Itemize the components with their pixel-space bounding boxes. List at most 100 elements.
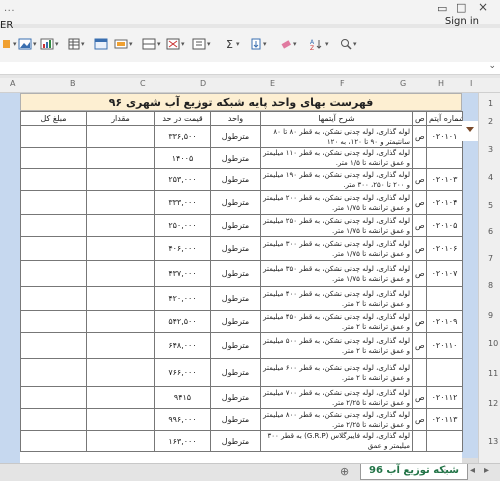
unit-cell[interactable]: مترطول: [210, 260, 261, 287]
item-code-cell[interactable]: [426, 147, 463, 169]
unit-cell[interactable]: مترطول: [210, 408, 261, 431]
sign-in-link[interactable]: Sign in: [445, 16, 479, 27]
description-cell[interactable]: لوله گذاری، لوله چدنی نشکن، به قطر ۱۱۰ م…: [260, 147, 413, 169]
row-header[interactable]: 4: [488, 173, 493, 182]
item-code-cell[interactable]: [426, 430, 463, 452]
price-cell[interactable]: ۷۶۶,۰۰۰: [154, 358, 211, 387]
description-cell[interactable]: لوله گذاری، لوله چدنی نشکن، به قطر ۴۰۰ م…: [260, 286, 413, 311]
row-header[interactable]: 1: [488, 99, 493, 108]
mark-cell[interactable]: [412, 147, 427, 169]
item-code-cell[interactable]: ۰۲۰۱۰۳: [426, 168, 463, 191]
row-header[interactable]: 3: [488, 145, 493, 154]
mark-cell[interactable]: ص: [412, 168, 427, 191]
description-cell[interactable]: لوله گذاری، لوله چدنی نشکن، به قطر ۷۰۰ م…: [260, 386, 413, 409]
sheet-tab-active[interactable]: شبکه توزیع آب 96: [360, 464, 469, 480]
item-code-cell[interactable]: ۰۲۰۱۱۲: [426, 386, 463, 409]
qty-cell[interactable]: [86, 125, 155, 148]
tab-scroll-left-icon[interactable]: ◂: [470, 465, 475, 476]
price-cell[interactable]: ۵۴۲,۵۰۰: [154, 310, 211, 333]
format-table-button[interactable]: [94, 36, 108, 52]
row-header[interactable]: 6: [488, 227, 493, 236]
description-cell[interactable]: لوله گذاری، لوله چدنی نشکن، به قطر ۸۰ تا…: [260, 125, 413, 148]
unit-cell[interactable]: مترطول: [210, 286, 261, 311]
format-cells-button[interactable]: ▾: [192, 36, 211, 52]
row-header[interactable]: 12: [488, 399, 498, 408]
delete-cells-button[interactable]: ▾: [166, 36, 185, 52]
header-code[interactable]: شماره آیتم: [426, 111, 463, 126]
row-header[interactable]: 10: [488, 339, 498, 348]
item-code-cell[interactable]: ۰۲۰۱۰۶: [426, 236, 463, 261]
qty-cell[interactable]: [86, 358, 155, 387]
row-header[interactable]: 5: [488, 201, 493, 210]
mark-cell[interactable]: [412, 358, 427, 387]
description-cell[interactable]: لوله گذاری، لوله چدنی نشکن، به قطر ۴۵۰ م…: [260, 310, 413, 333]
unit-cell[interactable]: مترطول: [210, 190, 261, 215]
description-cell[interactable]: لوله گذاری، لوله چدنی نشکن، به قطر ۸۰۰ م…: [260, 408, 413, 431]
chart-button[interactable]: ▾: [40, 36, 59, 52]
ribbon-tab-fragment[interactable]: ER: [0, 20, 13, 31]
price-cell[interactable]: ۹۴۱۵: [154, 386, 211, 409]
header-mark[interactable]: ص: [412, 111, 427, 126]
restore-icon[interactable]: ▭: [437, 2, 447, 15]
item-code-cell[interactable]: [426, 358, 463, 387]
price-cell[interactable]: ۱۶۳,۰۰۰: [154, 430, 211, 452]
sheet-title[interactable]: فهرست بهای واحد پایه شبکه توزیع آب شهری …: [20, 93, 462, 111]
total-cell[interactable]: [20, 408, 87, 431]
total-cell[interactable]: [20, 430, 87, 452]
description-cell[interactable]: لوله گذاری، لوله چدنی نشکن، به قطر ۳۰۰ م…: [260, 236, 413, 261]
description-cell[interactable]: لوله گذاری، لوله چدنی نشکن، به قطر ۲۵۰ م…: [260, 214, 413, 237]
row-header[interactable]: 9: [488, 311, 493, 320]
price-cell[interactable]: ۱۴۰۰۵: [154, 147, 211, 169]
mark-cell[interactable]: ص: [412, 408, 427, 431]
mark-cell[interactable]: ص: [412, 236, 427, 261]
header-qty[interactable]: مقدار: [86, 111, 155, 126]
unit-cell[interactable]: مترطول: [210, 168, 261, 191]
column-header[interactable]: E: [270, 79, 275, 88]
item-code-cell[interactable]: ۰۲۰۱۰۴: [426, 190, 463, 215]
mark-cell[interactable]: [412, 286, 427, 311]
price-cell[interactable]: ۴۲۰,۰۰۰: [154, 286, 211, 311]
mark-cell[interactable]: ص: [412, 260, 427, 287]
sort-filter-button[interactable]: A Z ▾: [310, 36, 329, 52]
total-cell[interactable]: [20, 286, 87, 311]
mark-cell[interactable]: [412, 430, 427, 452]
total-cell[interactable]: [20, 358, 87, 387]
item-code-cell[interactable]: ۰۲۰۱۰۱: [426, 125, 463, 148]
qty-cell[interactable]: [86, 310, 155, 333]
unit-cell[interactable]: مترطول: [210, 358, 261, 387]
item-code-cell[interactable]: ۰۲۰۱۰۹: [426, 310, 463, 333]
row-header[interactable]: 7: [488, 254, 493, 263]
vertical-scrollbar[interactable]: [462, 458, 478, 463]
total-cell[interactable]: [20, 190, 87, 215]
qty-cell[interactable]: [86, 147, 155, 169]
tab-scroll-right-icon[interactable]: ▸: [484, 465, 489, 476]
price-cell[interactable]: ۲۵۳,۰۰۰: [154, 168, 211, 191]
column-header[interactable]: B: [70, 79, 76, 88]
qty-cell[interactable]: [86, 190, 155, 215]
header-price[interactable]: قیمت در حد: [154, 111, 211, 126]
formula-bar[interactable]: ⌄: [0, 61, 500, 75]
find-select-button[interactable]: ▾: [340, 36, 357, 52]
row-header[interactable]: 11: [488, 369, 498, 378]
column-header[interactable]: C: [140, 79, 146, 88]
worksheet-grid[interactable]: فهرست بهای واحد پایه شبکه توزیع آب شهری …: [0, 93, 478, 463]
clear-button[interactable]: ▾: [280, 36, 297, 52]
column-header[interactable]: F: [340, 79, 345, 88]
price-cell[interactable]: ۳۳۳,۰۰۰: [154, 190, 211, 215]
row-expand-control[interactable]: [462, 121, 478, 141]
table-button[interactable]: ▾: [68, 36, 85, 52]
mark-cell[interactable]: ص: [412, 310, 427, 333]
item-code-cell[interactable]: ۰۲۰۱۱۳: [426, 408, 463, 431]
expand-formula-bar-icon[interactable]: ⌄: [488, 61, 496, 71]
description-cell[interactable]: لوله گذاری، لوله چدنی نشکن، به قطر ۲۰۰ م…: [260, 190, 413, 215]
insert-image-button[interactable]: ▾: [18, 36, 37, 52]
price-cell[interactable]: ۳۳۶,۵۰۰: [154, 125, 211, 148]
price-cell[interactable]: ۶۴۸,۰۰۰: [154, 332, 211, 359]
unit-cell[interactable]: مترطول: [210, 214, 261, 237]
description-cell[interactable]: لوله گذاری، لوله چدنی نشکن، به قطر ۵۰۰ م…: [260, 332, 413, 359]
price-cell[interactable]: ۴۳۷,۰۰۰: [154, 260, 211, 287]
mark-cell[interactable]: ص: [412, 386, 427, 409]
unit-cell[interactable]: مترطول: [210, 386, 261, 409]
item-code-cell[interactable]: ۰۲۰۱۰۵: [426, 214, 463, 237]
mark-cell[interactable]: ص: [412, 125, 427, 148]
